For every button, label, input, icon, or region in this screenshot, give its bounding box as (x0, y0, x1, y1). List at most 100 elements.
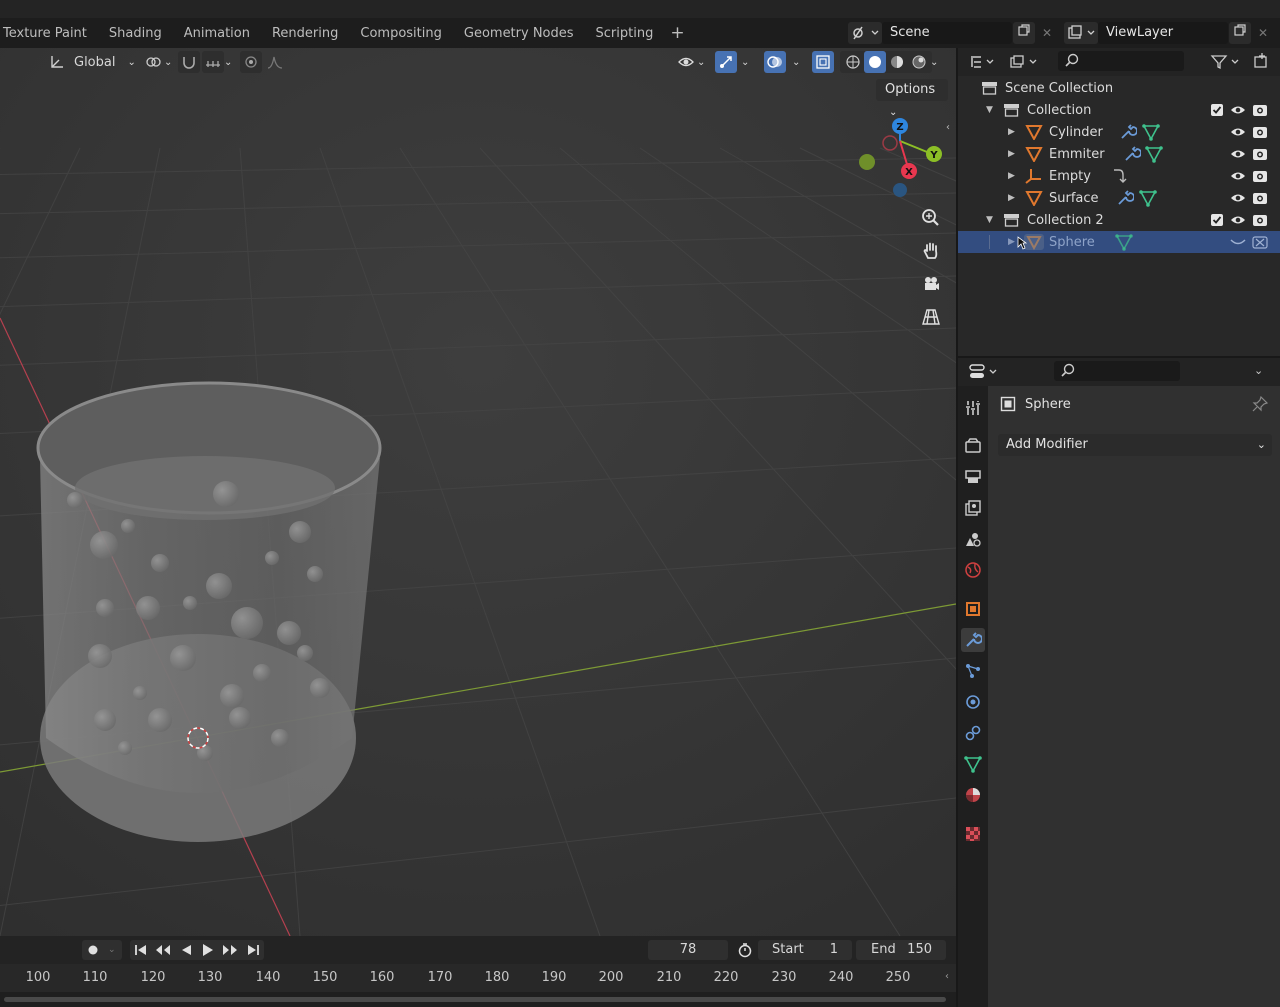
eye-icon[interactable] (1230, 146, 1246, 162)
current-frame-field[interactable]: 78 (648, 940, 728, 960)
preview-range-toggle[interactable] (734, 940, 756, 960)
camera-render-icon[interactable] (1252, 102, 1268, 118)
pivot-point-dropdown[interactable]: ⌄ (142, 51, 172, 73)
end-frame-field[interactable]: End 150 (856, 940, 946, 960)
navigation-gizmo[interactable]: Z Y X (852, 114, 952, 214)
mesh-data-icon[interactable] (1142, 123, 1160, 141)
camera-render-icon[interactable] (1252, 168, 1268, 184)
material-shading-icon[interactable] (886, 51, 908, 73)
expand-chevron-icon[interactable]: ▶ (1008, 237, 1015, 247)
outliner-row-sphere[interactable]: ▶ Sphere (958, 231, 1280, 253)
options-dropdown[interactable]: Options ⌄ (876, 79, 948, 118)
pan-button[interactable] (917, 237, 945, 265)
play-icon[interactable] (201, 943, 215, 957)
auto-keying-toggle[interactable]: ⌄ (82, 940, 122, 960)
new-collection-button[interactable] (1252, 52, 1272, 72)
tab-object-data[interactable] (961, 752, 985, 776)
tab-texture[interactable] (961, 822, 985, 846)
collapse-chevron-icon[interactable]: ▼ (986, 215, 993, 225)
tab-modifiers[interactable] (961, 628, 985, 652)
constraint-icon[interactable] (1111, 167, 1129, 185)
outliner-row-scene-collection[interactable]: Scene Collection (958, 77, 1280, 99)
tab-geometry-nodes[interactable]: Geometry Nodes (453, 18, 585, 48)
next-keyframe-icon[interactable] (222, 943, 238, 957)
tab-particles[interactable] (961, 659, 985, 683)
tab-tool[interactable] (961, 396, 985, 420)
play-reverse-icon[interactable] (179, 943, 193, 957)
xray-toggle[interactable] (812, 51, 834, 73)
camera-view-button[interactable] (917, 270, 945, 298)
zoom-button[interactable] (917, 204, 945, 232)
properties-search-input[interactable] (1054, 361, 1180, 381)
tab-animation[interactable]: Animation (173, 18, 261, 48)
tab-scene[interactable] (961, 527, 985, 551)
wrench-icon[interactable] (1123, 145, 1141, 163)
wireframe-shading-icon[interactable] (842, 51, 864, 73)
outliner-row-surface[interactable]: ▶ Surface (958, 187, 1280, 209)
add-workspace-button[interactable]: + (664, 18, 690, 48)
tab-scripting[interactable]: Scripting (585, 18, 665, 48)
timeline-sidebar-chevron-icon[interactable]: ‹ (945, 971, 949, 982)
pin-button[interactable] (1252, 395, 1269, 416)
tab-texture-paint[interactable]: Texture Paint (0, 18, 98, 48)
tab-view-layer[interactable] (961, 496, 985, 520)
wrench-icon[interactable] (1116, 189, 1134, 207)
tab-shading[interactable]: Shading (98, 18, 173, 48)
outliner-row-emmiter[interactable]: ▶ Emmiter (958, 143, 1280, 165)
expand-chevron-icon[interactable]: ▶ (1008, 149, 1015, 159)
mesh-data-icon[interactable] (1145, 145, 1163, 163)
perspective-toggle-button[interactable] (917, 303, 945, 331)
timeline-frame-ruler[interactable]: 100 110 120 130 140 150 160 170 180 190 … (0, 964, 956, 992)
editor-type-button[interactable] (968, 362, 1002, 382)
camera-render-disabled-icon[interactable] (1252, 234, 1268, 250)
shading-options-dropdown[interactable]: ⌄ (930, 51, 938, 73)
eye-closed-icon[interactable] (1230, 234, 1246, 250)
tab-rendering[interactable]: Rendering (261, 18, 349, 48)
expand-chevron-icon[interactable]: ▶ (1008, 127, 1015, 137)
visibility-dropdown[interactable]: ⌄ (675, 51, 705, 73)
timeline-scrollbar[interactable] (4, 997, 946, 1002)
exclude-checkbox[interactable] (1209, 212, 1225, 228)
wrench-icon[interactable] (1119, 123, 1137, 141)
filter-button[interactable] (1210, 52, 1244, 72)
falloff-dropdown[interactable] (264, 51, 286, 73)
overlays-toggle[interactable]: ⌄ (764, 51, 800, 73)
scene-name-field[interactable]: Scene (882, 22, 1012, 44)
tab-physics[interactable] (961, 690, 985, 714)
expand-chevron-icon[interactable]: ▶ (1008, 171, 1015, 181)
eye-icon[interactable] (1230, 168, 1246, 184)
transform-orientation-dropdown[interactable]: Global ⌄ (48, 51, 136, 73)
outliner-row-collection-2[interactable]: ▼ Collection 2 (958, 209, 1280, 231)
prev-keyframe-icon[interactable] (155, 943, 171, 957)
tab-compositing[interactable]: Compositing (349, 18, 453, 48)
sidebar-toggle-chevron-icon[interactable]: ‹ (946, 122, 950, 133)
tab-object[interactable] (961, 597, 985, 621)
eye-icon[interactable] (1230, 190, 1246, 206)
snap-toggle[interactable] (178, 51, 200, 73)
camera-render-icon[interactable] (1252, 212, 1268, 228)
outliner-row-empty[interactable]: ▶ Empty (958, 165, 1280, 187)
tab-output[interactable] (961, 465, 985, 489)
delete-scene-button[interactable]: ✕ (1036, 22, 1058, 44)
tab-constraints[interactable] (961, 721, 985, 745)
snap-target-dropdown[interactable]: ⌄ (202, 51, 232, 73)
expand-chevron-icon[interactable]: ▶ (1008, 193, 1015, 203)
camera-render-icon[interactable] (1252, 124, 1268, 140)
gizmo-toggle[interactable]: ⌄ (715, 51, 749, 73)
editor-type-button[interactable] (968, 52, 1000, 72)
add-modifier-dropdown[interactable]: Add Modifier ⌄ (998, 434, 1272, 456)
exclude-checkbox[interactable] (1209, 102, 1225, 118)
tab-world[interactable] (961, 558, 985, 582)
options-chevron-down-icon[interactable]: ⌄ (1254, 364, 1263, 377)
3d-viewport[interactable]: Global ⌄ ⌄ ⌄ ⌄ ⌄ ⌄ ⌄ Options ⌄ Z Y X ‹ (0, 48, 956, 936)
rendered-shading-icon[interactable] (908, 51, 930, 73)
view-layer-name-field[interactable]: ViewLayer (1098, 22, 1228, 44)
tab-material[interactable] (961, 783, 985, 807)
mesh-data-icon[interactable] (1139, 189, 1157, 207)
outliner-search-input[interactable] (1058, 51, 1184, 71)
scene-browse-button[interactable] (848, 22, 882, 44)
jump-end-icon[interactable] (246, 943, 260, 957)
eye-icon[interactable] (1230, 102, 1246, 118)
eye-icon[interactable] (1230, 212, 1246, 228)
view-layer-browse-button[interactable] (1064, 22, 1098, 44)
